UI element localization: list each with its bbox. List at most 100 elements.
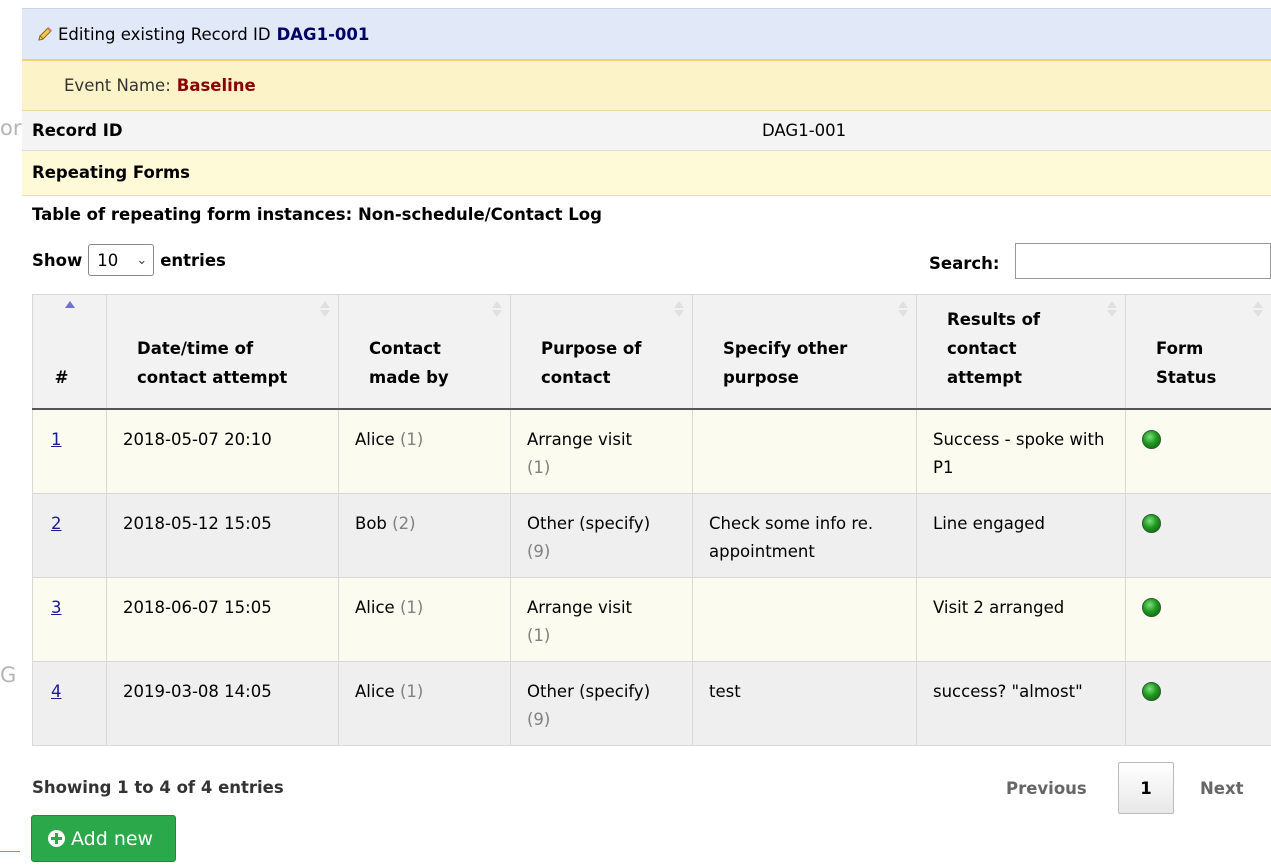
column-header-datetime[interactable]: Date/time of contact attempt (106, 294, 339, 410)
form-status-complete-icon[interactable] (1142, 597, 1161, 617)
record-panel: Editing existing Record ID DAG1-001 Even… (22, 0, 1271, 866)
column-header-purpose[interactable]: Purpose of contact (510, 294, 693, 410)
datetime-cell: 2019-03-08 14:05 (106, 660, 339, 746)
form-status-complete-icon[interactable] (1142, 513, 1161, 533)
contact-by-name: Alice (355, 681, 395, 701)
form-status-complete-icon[interactable] (1142, 681, 1161, 701)
column-header-label: Status (1156, 368, 1217, 387)
instance-number-cell: 4 (32, 660, 107, 746)
repeating-forms-header: Repeating Forms (22, 151, 1271, 196)
column-header-label: Specify other (723, 339, 848, 358)
other-purpose-cell (692, 576, 917, 662)
column-header-label: Results of (947, 310, 1041, 329)
column-header-results[interactable]: Results of contact attempt (916, 294, 1126, 410)
plus-circle-icon (48, 830, 65, 847)
table-row: 1 2018-05-07 20:10 Alice (1) Arrange vis… (32, 408, 1271, 494)
column-header-label: contact attempt (137, 368, 288, 387)
table-row: 3 2018-06-07 15:05 Alice (1) Arrange vis… (32, 576, 1271, 662)
column-header-label: purpose (723, 368, 799, 387)
table-title: Table of repeating form instances: Non-s… (32, 205, 602, 224)
column-header-contact-by[interactable]: Contact made by (338, 294, 511, 410)
contact-by-code: (1) (399, 597, 424, 617)
purpose-text: Arrange visit (527, 430, 633, 449)
result-cell: Visit 2 arranged (916, 576, 1126, 662)
column-header-label: Date/time of (137, 339, 254, 358)
contact-by-cell: Alice (1) (338, 660, 511, 746)
instance-link[interactable]: 2 (51, 514, 62, 533)
table-header-row: # Date/time of contact attempt Contact m… (32, 294, 1271, 410)
pagination-next[interactable]: Next (1200, 779, 1244, 798)
form-status-complete-icon[interactable] (1142, 430, 1161, 449)
page-size-value: 10 (97, 250, 119, 270)
search-label: Search: (929, 254, 1000, 273)
column-header-form-status[interactable]: Form Status (1125, 294, 1271, 410)
contact-by-cell: Alice (1) (338, 576, 511, 662)
purpose-text: Other (specify) (527, 681, 651, 701)
sort-icon (1107, 301, 1117, 317)
header-record-id: DAG1-001 (276, 24, 370, 44)
pencil-icon (38, 27, 52, 41)
contact-by-name: Alice (355, 597, 395, 617)
contact-by-code: (2) (392, 513, 416, 533)
purpose-text: Arrange visit (527, 597, 633, 617)
datetime-cell: 2018-05-12 15:05 (106, 492, 339, 578)
event-name: Baseline (176, 76, 256, 95)
instance-number-cell: 2 (32, 492, 107, 578)
sort-icon (492, 301, 502, 317)
result-cell: Line engaged (916, 492, 1126, 578)
other-purpose-cell: Check some info re. appointment (692, 492, 917, 578)
datetime-cell: 2018-06-07 15:05 (106, 576, 339, 662)
form-status-cell (1125, 408, 1271, 494)
background-divider (0, 851, 20, 852)
purpose-cell: Arrange visit (1) (510, 576, 693, 662)
chevron-down-icon: ⌄ (136, 252, 148, 268)
column-header-label: made by (369, 368, 449, 387)
add-new-button[interactable]: Add new (31, 815, 176, 862)
page-size-select[interactable]: 10 ⌄ (88, 244, 155, 276)
column-header-label: Purpose of (541, 339, 642, 358)
search-input[interactable] (1015, 243, 1271, 279)
sort-icon (674, 301, 684, 317)
column-header-label: Form (1156, 339, 1204, 358)
repeating-instances-table: # Date/time of contact attempt Contact m… (32, 294, 1271, 746)
column-header-number[interactable]: # (32, 294, 107, 410)
instance-number-cell: 1 (32, 408, 107, 494)
pagination-previous[interactable]: Previous (1006, 779, 1087, 798)
contact-by-name: Bob (355, 513, 387, 533)
contact-by-code: (1) (399, 430, 424, 449)
background-text-fragment: or (0, 116, 22, 140)
sort-icon (320, 301, 330, 317)
sort-icon (898, 301, 908, 317)
column-header-other-purpose[interactable]: Specify other purpose (692, 294, 917, 410)
pagination-page-current[interactable]: 1 (1118, 762, 1174, 814)
edit-prefix-text: Editing existing Record ID (58, 24, 271, 44)
table-row: 4 2019-03-08 14:05 Alice (1) Other (spec… (32, 660, 1271, 746)
purpose-cell: Arrange visit (1) (510, 408, 693, 494)
purpose-cell: Other (specify) (9) (510, 492, 693, 578)
contact-by-cell: Alice (1) (338, 408, 511, 494)
purpose-code: (1) (527, 625, 551, 645)
table-row: 2 2018-05-12 15:05 Bob (2) Other (specif… (32, 492, 1271, 578)
other-purpose-cell: test (692, 660, 917, 746)
column-header-label: contact (541, 368, 611, 387)
purpose-text: Other (specify) (527, 513, 651, 533)
edit-record-bar: Editing existing Record ID DAG1-001 (22, 8, 1271, 59)
entries-label: entries (160, 250, 226, 270)
contact-by-cell: Bob (2) (338, 492, 511, 578)
show-label: Show (32, 250, 83, 270)
contact-by-name: Alice (355, 430, 395, 449)
event-label: Event Name: (64, 76, 171, 95)
sort-icon (1253, 301, 1263, 317)
column-header-label: attempt (947, 368, 1022, 387)
page-length-control: Show 10 ⌄ entries (32, 244, 226, 276)
purpose-code: (9) (527, 709, 551, 729)
other-purpose-cell (692, 408, 917, 494)
instance-link[interactable]: 1 (51, 430, 62, 449)
form-status-cell (1125, 660, 1271, 746)
instance-link[interactable]: 3 (51, 598, 62, 617)
result-cell: success? "almost" (916, 660, 1126, 746)
purpose-code: (1) (527, 458, 551, 477)
instance-link[interactable]: 4 (51, 682, 62, 701)
column-header-label: # (54, 368, 69, 387)
column-header-label: Contact (369, 339, 441, 358)
